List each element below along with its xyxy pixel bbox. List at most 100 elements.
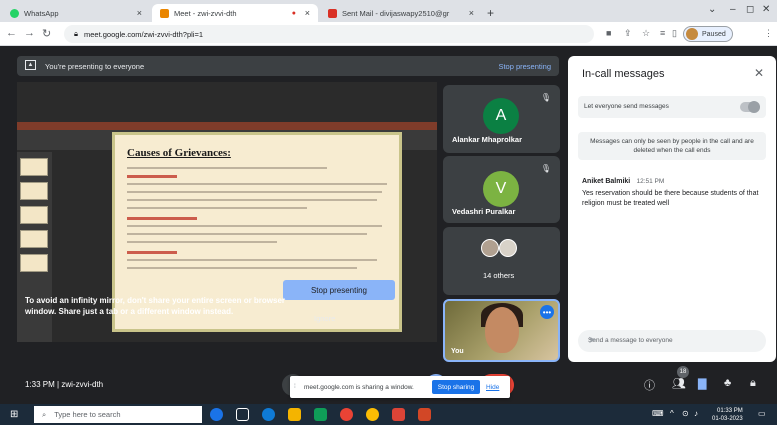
windows-start-icon[interactable]: ⊞: [10, 409, 18, 420]
forward-arrow-icon[interactable]: →: [24, 27, 35, 39]
close-window-button[interactable]: ✕: [762, 4, 770, 15]
slide-text-line: [127, 183, 387, 185]
ignore-button[interactable]: Ignore: [314, 314, 335, 323]
meeting-time: 1:33 PM: [25, 380, 55, 389]
camera-icon[interactable]: ■: [606, 28, 611, 38]
presenting-banner: ▲ You're presenting to everyone Stop pre…: [17, 56, 559, 76]
reading-list-icon[interactable]: ≡: [660, 28, 665, 38]
maximize-button[interactable]: ◻: [746, 4, 754, 15]
taskbar-clock[interactable]: 01:33 PM 01-03-2023: [712, 407, 743, 423]
avatar: [686, 28, 698, 40]
tab-title: Meet - zwi-zvvi-dth: [174, 8, 237, 18]
close-icon[interactable]: ✕: [754, 66, 764, 80]
meeting-info: 1:33 PM | zwi-zvvi-dth: [25, 380, 103, 389]
store-icon[interactable]: [314, 408, 327, 421]
others-tile[interactable]: 14 others: [443, 227, 560, 295]
chat-notice: Messages can only be seen by people in t…: [578, 132, 766, 160]
slide-heading-line: [127, 217, 197, 220]
present-screen-icon: ▲: [25, 60, 36, 70]
tab-whatsapp[interactable]: WhatsApp ×: [2, 4, 150, 22]
chevron-down-icon[interactable]: ⌄: [708, 4, 716, 15]
share-icon[interactable]: ⇪: [624, 28, 632, 39]
app-icon[interactable]: [392, 408, 405, 421]
send-icon[interactable]: ➤: [588, 335, 756, 346]
whatsapp-icon: [10, 8, 19, 18]
chat-message: Aniket Balmiki 12:51 PM Yes reservation …: [582, 176, 764, 209]
powerpoint-icon[interactable]: [418, 408, 431, 421]
slide-title: Causes of Grievances:: [127, 147, 231, 159]
close-icon[interactable]: ×: [469, 8, 474, 18]
panel-title: In-call messages: [582, 68, 665, 80]
task-view-icon[interactable]: [236, 408, 249, 421]
more-options-icon[interactable]: •••: [540, 305, 554, 319]
cortana-icon[interactable]: [210, 408, 223, 421]
slide-text-line: [127, 225, 382, 227]
people-icon[interactable]: 👥︎: [672, 377, 686, 390]
hide-link[interactable]: Hide: [486, 384, 499, 391]
notifications-icon[interactable]: ▭: [758, 409, 766, 418]
info-icon[interactable]: ⓘ: [644, 377, 655, 393]
star-icon[interactable]: ☆: [642, 28, 650, 39]
drag-handle-icon[interactable]: ⁞: [294, 383, 296, 390]
slide-text-line: [127, 167, 327, 169]
slide-thumbnail: [20, 206, 48, 224]
meeting-controls-bar: 1:33 PM | zwi-zvvi-dth ⁞ meet.google.com…: [0, 362, 777, 404]
taskbar-search[interactable]: ⌕ Type here to search: [34, 406, 202, 423]
sharing-notification: ⁞ meet.google.com is sharing a window. S…: [290, 376, 510, 398]
profile-button[interactable]: Paused: [683, 26, 733, 42]
slide-text-line: [127, 267, 357, 269]
gmail-icon: [328, 8, 337, 18]
slide-text-line: [127, 233, 367, 235]
search-placeholder: Type here to search: [54, 410, 121, 419]
avatar: [481, 239, 499, 257]
chevron-up-icon[interactable]: ^: [670, 409, 674, 418]
slide-heading-line: [127, 251, 177, 254]
network-icon[interactable]: ⊙: [682, 409, 689, 418]
slide-heading-line: [127, 175, 177, 178]
clock-time: 01:33 PM: [717, 408, 743, 414]
message-input[interactable]: Send a message to everyone ➤: [578, 330, 766, 352]
slide-text-line: [127, 207, 307, 209]
avatar: A: [483, 98, 519, 134]
chrome-icon[interactable]: [366, 408, 379, 421]
message-body: Yes reservation should be there because …: [582, 190, 759, 207]
back-arrow-icon[interactable]: ←: [6, 27, 17, 39]
chat-icon[interactable]: ▇: [698, 377, 706, 390]
volume-icon[interactable]: ♪: [694, 409, 698, 418]
minimize-button[interactable]: –: [730, 4, 736, 15]
new-tab-button[interactable]: +: [487, 6, 494, 20]
close-icon[interactable]: ×: [305, 8, 310, 18]
presenting-text: You're presenting to everyone: [45, 62, 145, 71]
close-icon[interactable]: ×: [137, 8, 142, 18]
url-bar[interactable]: 🔒︎ meet.google.com/zwi-zvvi-dth?pli=1: [64, 25, 594, 43]
slide-text-line: [127, 191, 382, 193]
clock-date: 01-03-2023: [712, 416, 743, 422]
file-explorer-icon[interactable]: [288, 408, 301, 421]
message-sender: Aniket Balmiki: [582, 178, 631, 185]
slide-text-line: [127, 241, 277, 243]
participant-tile[interactable]: 🎙︎ A Alankar Mhaprolkar: [443, 85, 560, 153]
side-panel-icon[interactable]: ▯: [672, 28, 677, 39]
activities-icon[interactable]: ♣: [724, 377, 731, 389]
participant-tile[interactable]: 🎙︎ V Vedashri Puralkar: [443, 156, 560, 223]
sharing-text: meet.google.com is sharing a window.: [304, 384, 414, 391]
allow-messages-toggle[interactable]: [740, 101, 760, 113]
edge-icon[interactable]: [262, 408, 275, 421]
tab-meet[interactable]: Meet - zwi-zvvi-dth ● ×: [152, 4, 318, 22]
self-label: You: [451, 348, 464, 355]
keyboard-icon[interactable]: ⌨: [652, 409, 664, 418]
host-controls-icon[interactable]: 🔒︎: [750, 377, 756, 390]
stop-sharing-button[interactable]: Stop sharing: [432, 380, 480, 394]
stop-presenting-link[interactable]: Stop presenting: [498, 62, 551, 71]
url-text: meet.google.com/zwi-zvvi-dth?pli=1: [84, 29, 204, 39]
self-video-tile[interactable]: ••• You: [443, 299, 560, 362]
meeting-code: zwi-zvvi-dth: [61, 380, 104, 389]
tab-gmail[interactable]: Sent Mail - divijaswapy2510@gr ×: [320, 4, 482, 22]
slide-thumbnail: [20, 254, 48, 272]
recording-dot-icon: ●: [291, 9, 296, 17]
slide-text-line: [127, 259, 377, 261]
firefox-icon[interactable]: [340, 408, 353, 421]
toggle-label: Let everyone send messages: [584, 103, 669, 110]
menu-icon[interactable]: ⋮: [764, 28, 773, 39]
reload-icon[interactable]: ↻: [42, 27, 51, 40]
